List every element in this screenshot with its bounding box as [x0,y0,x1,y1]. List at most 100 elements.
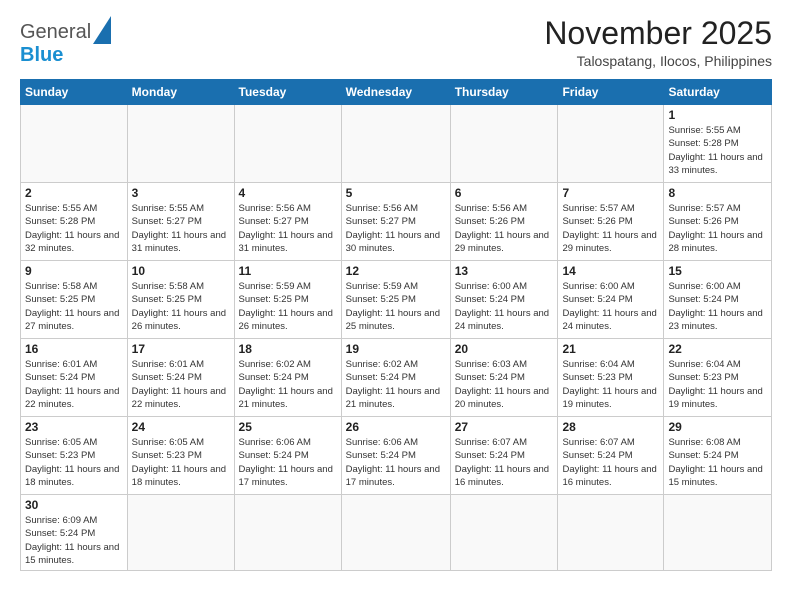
sunrise: Sunrise: 5:55 AM [25,203,97,214]
empty-cell [127,495,234,571]
table-row: 2 Sunrise: 5:55 AM Sunset: 5:28 PM Dayli… [21,183,772,261]
day-18: 18 Sunrise: 6:02 AM Sunset: 5:24 PM Dayl… [234,339,341,417]
daylight: Daylight: 11 hours and 32 minutes. [25,230,119,254]
sunset: Sunset: 5:26 PM [668,216,738,227]
day-info: Sunrise: 5:59 AM Sunset: 5:25 PM Dayligh… [346,280,446,333]
day-info: Sunrise: 5:56 AM Sunset: 5:27 PM Dayligh… [239,202,337,255]
header-friday: Friday [558,80,664,105]
day-number: 29 [668,420,767,434]
day-number: 1 [668,108,767,122]
sunset: Sunset: 5:24 PM [562,450,632,461]
empty-cell [341,105,450,183]
sunrise: Sunrise: 6:08 AM [668,437,740,448]
header-sunday: Sunday [21,80,128,105]
empty-cell [450,105,558,183]
calendar-table: Sunday Monday Tuesday Wednesday Thursday… [20,79,772,571]
day-info: Sunrise: 5:57 AM Sunset: 5:26 PM Dayligh… [562,202,659,255]
day-12: 12 Sunrise: 5:59 AM Sunset: 5:25 PM Dayl… [341,261,450,339]
day-2: 2 Sunrise: 5:55 AM Sunset: 5:28 PM Dayli… [21,183,128,261]
day-4: 4 Sunrise: 5:56 AM Sunset: 5:27 PM Dayli… [234,183,341,261]
daylight: Daylight: 11 hours and 31 minutes. [239,230,333,254]
daylight: Daylight: 11 hours and 33 minutes. [668,152,762,176]
daylight: Daylight: 11 hours and 22 minutes. [25,386,119,410]
sunrise: Sunrise: 5:55 AM [668,125,740,136]
sunrise: Sunrise: 6:06 AM [346,437,418,448]
sunset: Sunset: 5:24 PM [455,372,525,383]
sunset: Sunset: 5:25 PM [132,294,202,305]
daylight: Daylight: 11 hours and 25 minutes. [346,308,440,332]
sunrise: Sunrise: 6:02 AM [239,359,311,370]
sunset: Sunset: 5:26 PM [562,216,632,227]
table-row: 9 Sunrise: 5:58 AM Sunset: 5:25 PM Dayli… [21,261,772,339]
header-wednesday: Wednesday [341,80,450,105]
sunset: Sunset: 5:24 PM [239,372,309,383]
day-29: 29 Sunrise: 6:08 AM Sunset: 5:24 PM Dayl… [664,417,772,495]
daylight: Daylight: 11 hours and 16 minutes. [455,464,549,488]
day-info: Sunrise: 6:00 AM Sunset: 5:24 PM Dayligh… [455,280,554,333]
day-7: 7 Sunrise: 5:57 AM Sunset: 5:26 PM Dayli… [558,183,664,261]
day-number: 24 [132,420,230,434]
day-info: Sunrise: 6:02 AM Sunset: 5:24 PM Dayligh… [239,358,337,411]
daylight: Daylight: 11 hours and 29 minutes. [562,230,656,254]
daylight: Daylight: 11 hours and 19 minutes. [562,386,656,410]
day-number: 9 [25,264,123,278]
day-number: 3 [132,186,230,200]
daylight: Daylight: 11 hours and 18 minutes. [132,464,226,488]
day-number: 27 [455,420,554,434]
day-info: Sunrise: 6:04 AM Sunset: 5:23 PM Dayligh… [668,358,767,411]
sunrise: Sunrise: 5:57 AM [562,203,634,214]
table-row: 23 Sunrise: 6:05 AM Sunset: 5:23 PM Dayl… [21,417,772,495]
day-number: 13 [455,264,554,278]
day-13: 13 Sunrise: 6:00 AM Sunset: 5:24 PM Dayl… [450,261,558,339]
day-number: 6 [455,186,554,200]
sunset: Sunset: 5:27 PM [132,216,202,227]
daylight: Daylight: 11 hours and 26 minutes. [239,308,333,332]
empty-cell [234,495,341,571]
day-28: 28 Sunrise: 6:07 AM Sunset: 5:24 PM Dayl… [558,417,664,495]
location: Talospatang, Ilocos, Philippines [544,53,772,69]
sunrise: Sunrise: 6:01 AM [25,359,97,370]
day-number: 15 [668,264,767,278]
day-24: 24 Sunrise: 6:05 AM Sunset: 5:23 PM Dayl… [127,417,234,495]
day-8: 8 Sunrise: 5:57 AM Sunset: 5:26 PM Dayli… [664,183,772,261]
day-info: Sunrise: 5:56 AM Sunset: 5:26 PM Dayligh… [455,202,554,255]
day-info: Sunrise: 6:08 AM Sunset: 5:24 PM Dayligh… [668,436,767,489]
sunset: Sunset: 5:28 PM [668,138,738,149]
sunset: Sunset: 5:24 PM [668,294,738,305]
daylight: Daylight: 11 hours and 15 minutes. [25,542,119,566]
sunrise: Sunrise: 5:56 AM [455,203,527,214]
daylight: Daylight: 11 hours and 17 minutes. [346,464,440,488]
day-number: 17 [132,342,230,356]
day-info: Sunrise: 6:06 AM Sunset: 5:24 PM Dayligh… [346,436,446,489]
day-16: 16 Sunrise: 6:01 AM Sunset: 5:24 PM Dayl… [21,339,128,417]
day-info: Sunrise: 6:07 AM Sunset: 5:24 PM Dayligh… [455,436,554,489]
daylight: Daylight: 11 hours and 24 minutes. [455,308,549,332]
sunset: Sunset: 5:24 PM [668,450,738,461]
day-info: Sunrise: 6:03 AM Sunset: 5:24 PM Dayligh… [455,358,554,411]
day-number: 19 [346,342,446,356]
sunrise: Sunrise: 6:00 AM [562,281,634,292]
logo-blue-text: Blue [20,44,63,67]
day-10: 10 Sunrise: 5:58 AM Sunset: 5:25 PM Dayl… [127,261,234,339]
daylight: Daylight: 11 hours and 27 minutes. [25,308,119,332]
sunset: Sunset: 5:24 PM [25,372,95,383]
daylight: Daylight: 11 hours and 31 minutes. [132,230,226,254]
day-3: 3 Sunrise: 5:55 AM Sunset: 5:27 PM Dayli… [127,183,234,261]
empty-cell [234,105,341,183]
daylight: Daylight: 11 hours and 15 minutes. [668,464,762,488]
daylight: Daylight: 11 hours and 26 minutes. [132,308,226,332]
day-info: Sunrise: 5:59 AM Sunset: 5:25 PM Dayligh… [239,280,337,333]
sunset: Sunset: 5:27 PM [346,216,416,227]
day-number: 18 [239,342,337,356]
daylight: Daylight: 11 hours and 28 minutes. [668,230,762,254]
day-number: 16 [25,342,123,356]
daylight: Daylight: 11 hours and 21 minutes. [239,386,333,410]
daylight: Daylight: 11 hours and 17 minutes. [239,464,333,488]
day-number: 22 [668,342,767,356]
day-info: Sunrise: 6:05 AM Sunset: 5:23 PM Dayligh… [132,436,230,489]
day-number: 25 [239,420,337,434]
day-23: 23 Sunrise: 6:05 AM Sunset: 5:23 PM Dayl… [21,417,128,495]
day-info: Sunrise: 6:00 AM Sunset: 5:24 PM Dayligh… [562,280,659,333]
day-20: 20 Sunrise: 6:03 AM Sunset: 5:24 PM Dayl… [450,339,558,417]
header-tuesday: Tuesday [234,80,341,105]
